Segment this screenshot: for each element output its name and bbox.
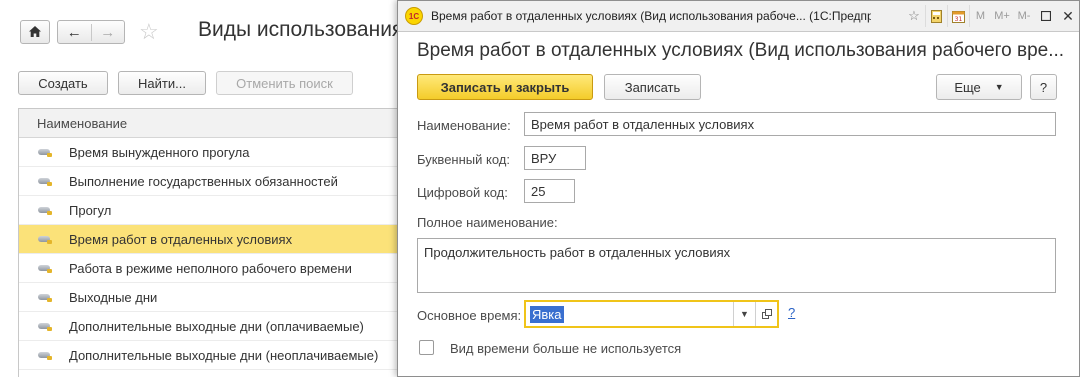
unused-checkbox-label[interactable]: Вид времени больше не используется (450, 341, 681, 356)
table-row[interactable]: Работа в режиме неполного рабочего време… (19, 254, 403, 283)
calendar-icon[interactable]: 31 (947, 5, 969, 27)
catalog-item-icon (19, 207, 69, 215)
help-button[interactable]: ? (1030, 74, 1057, 100)
main-time-help-link[interactable]: ? (788, 305, 795, 320)
window-titlebar[interactable]: 1С Время работ в отдаленных условиях (Ви… (398, 1, 1079, 32)
catalog-item-icon (19, 352, 69, 360)
full-name-label: Полное наименование: (417, 215, 558, 230)
save-button[interactable]: Записать (604, 74, 701, 100)
close-icon: ✕ (1062, 7, 1074, 24)
letter-code-label: Буквенный код: (417, 152, 510, 167)
table-row[interactable]: Прогул (19, 196, 403, 225)
save-and-close-button[interactable]: Записать и закрыть (417, 74, 593, 100)
history-buttons: ← → (57, 20, 125, 44)
main-time-combobox[interactable]: Явка ▼ (524, 300, 779, 328)
memory-add-button[interactable]: M+ (991, 5, 1013, 27)
row-label: Выполнение государственных обязанностей (69, 173, 338, 189)
dropdown-arrow-icon: ▼ (994, 82, 1004, 92)
favorite-star-icon[interactable]: ☆ (139, 19, 159, 45)
calculator-icon[interactable] (925, 5, 947, 27)
cancel-search-button[interactable]: Отменить поиск (216, 71, 353, 95)
table-row[interactable]: Выходные дни (19, 283, 403, 312)
home-icon (29, 25, 41, 40)
list-page-title: Виды использования (198, 18, 404, 41)
list-command-bar: Создать Найти... Отменить поиск (18, 71, 353, 95)
row-label: Время работ в отдаленных условиях (69, 231, 293, 247)
window-title: Время работ в отдаленных условиях (Вид и… (431, 9, 871, 23)
main-time-label: Основное время: (417, 308, 522, 323)
row-label: Дополнительные выходные дни (оплачиваемы… (69, 318, 364, 334)
create-button[interactable]: Создать (18, 71, 108, 95)
table-row[interactable]: Время вынужденного прогула (19, 138, 403, 167)
maximize-icon (1040, 8, 1052, 24)
catalog-item-icon (19, 265, 69, 273)
form-title: Время работ в отдаленных условиях (Вид и… (417, 40, 1065, 61)
back-button[interactable]: ← (58, 24, 91, 41)
open-item-icon[interactable] (755, 302, 777, 326)
favorite-star-icon[interactable]: ☆ (903, 5, 925, 27)
catalog-item-icon (19, 149, 69, 157)
more-button[interactable]: Еще ▼ (936, 74, 1022, 100)
close-button[interactable]: ✕ (1057, 8, 1079, 25)
row-label: Выходные дни (69, 289, 158, 305)
table-row-selected[interactable]: Время работ в отдаленных условиях (19, 225, 403, 254)
main-time-value: Явка (530, 305, 564, 323)
app-logo-icon: 1С (405, 7, 423, 25)
unused-checkbox[interactable] (419, 340, 434, 355)
dialog-command-bar: Записать и закрыть Записать (417, 74, 701, 100)
arrow-left-icon: ← (66, 23, 82, 41)
row-label: Дополнительные выходные дни (неоплачивае… (69, 347, 379, 363)
item-dialog: 1С Время работ в отдаленных условиях (Ви… (397, 0, 1080, 377)
name-label: Наименование: (417, 118, 511, 133)
catalog-item-icon (19, 178, 69, 186)
nav-toolbar: ← → ☆ (20, 19, 159, 45)
catalog-item-icon (19, 323, 69, 331)
find-button[interactable]: Найти... (118, 71, 206, 95)
row-label: Прогул (69, 202, 112, 218)
home-button[interactable] (20, 20, 50, 44)
forward-button[interactable]: → (90, 23, 125, 41)
memory-subtract-button[interactable]: M- (1013, 5, 1035, 27)
row-label: Работа в режиме неполного рабочего време… (69, 260, 352, 276)
memory-store-button[interactable]: M (969, 5, 991, 27)
svg-text:31: 31 (955, 16, 963, 23)
arrow-right-icon: → (100, 23, 116, 41)
table-row[interactable]: Выполнение государственных обязанностей (19, 167, 403, 196)
table-row[interactable]: Дополнительные выходные дни (оплачиваемы… (19, 312, 403, 341)
name-field[interactable]: Время работ в отдаленных условиях (524, 112, 1056, 136)
column-header-name[interactable]: Наименование (19, 109, 403, 138)
digit-code-field[interactable]: 25 (524, 179, 575, 203)
catalog-item-icon (19, 236, 69, 244)
chevron-down-icon[interactable]: ▼ (733, 302, 755, 326)
catalog-item-icon (19, 294, 69, 302)
list-table: Наименование Время вынужденного прогула … (18, 108, 403, 377)
more-button-label: Еще (954, 79, 981, 95)
digit-code-label: Цифровой код: (417, 185, 508, 200)
table-row[interactable]: Дополнительные выходные дни (неоплачивае… (19, 341, 403, 370)
letter-code-field[interactable]: ВРУ (524, 146, 586, 170)
maximize-button[interactable] (1035, 8, 1057, 24)
row-label: Время вынужденного прогула (69, 144, 250, 160)
titlebar-tools: ☆ 31 M M+ M- ✕ (903, 1, 1079, 31)
full-name-textarea[interactable]: Продолжительность работ в отдаленных усл… (417, 238, 1056, 293)
